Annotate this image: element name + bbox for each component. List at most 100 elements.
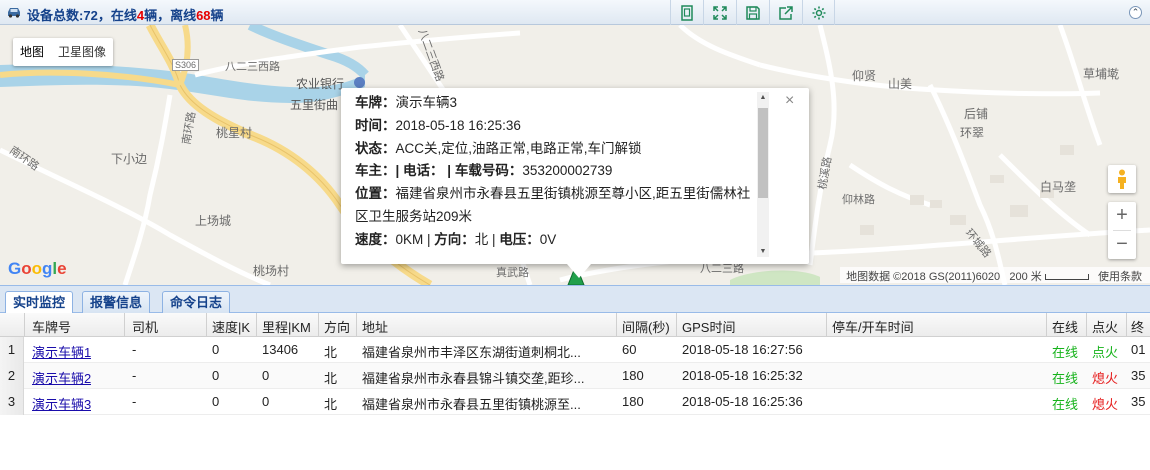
- map-view[interactable]: 地图 卫星图像 农业银行 五里街曲 桃星村 下小边 上场城 桃场村 仰贤 山美 …: [0, 25, 1150, 285]
- row-number: 2: [0, 363, 24, 389]
- map-label: 仰贤: [852, 69, 877, 83]
- row-number: 3: [0, 389, 24, 415]
- online-count: 4: [136, 8, 145, 23]
- col-gps-time[interactable]: GPS时间: [682, 317, 735, 336]
- col-park-time[interactable]: 停车/开车时间: [832, 317, 914, 336]
- map-label: 环翠: [960, 126, 985, 140]
- settings-icon: [812, 6, 825, 19]
- zoom-out-button[interactable]: −: [1108, 231, 1136, 259]
- driver-cell: -: [132, 394, 137, 409]
- zoom-control: + −: [1108, 202, 1136, 259]
- vehicle-info-popup: 车牌：演示车辆3 时间：2018-05-18 16:25:36 状态：ACC关,…: [341, 88, 809, 278]
- interval-cell: 180: [622, 394, 644, 409]
- tab-alarm-info[interactable]: 报警信息: [82, 291, 151, 314]
- collapse-toggle-button[interactable]: ⌃: [1129, 6, 1142, 19]
- road-shield: S306: [172, 59, 200, 71]
- col-speed[interactable]: 速度|K: [212, 317, 254, 336]
- map-type-satellite-button[interactable]: 卫星图像: [51, 38, 113, 66]
- fullscreen-button[interactable]: [703, 0, 736, 25]
- address-cell: 福建省泉州市永春县五里街镇桃源至...: [362, 397, 581, 412]
- scroll-thumb[interactable]: [758, 108, 768, 198]
- table-row[interactable]: 3 演示车辆3 - 0 0 北 福建省泉州市永春县五里街镇桃源至... 180 2018-05-…: [0, 389, 1150, 415]
- row-number: 1: [0, 337, 24, 363]
- map-label: 桃场村: [253, 264, 290, 278]
- map-label: 草埔墘: [1083, 67, 1120, 81]
- map-attribution: 地图数据 ©2018 GS(2011)6020 200 米 使用条款: [840, 267, 1150, 283]
- road-label: 八二三西路: [225, 61, 280, 73]
- zoom-in-button[interactable]: +: [1108, 202, 1136, 230]
- scale-label: 200 米: [1009, 271, 1042, 283]
- ignition-status: 熄火: [1092, 397, 1119, 412]
- terminal-cell: 35: [1131, 394, 1146, 409]
- map-type-control: 地图 卫星图像: [13, 38, 114, 66]
- map-label: 山美: [888, 77, 913, 91]
- vehicle-table: 车牌号 司机 速度|K 里程|KM 方向 地址 间隔(秒) GPS时间 停车/开…: [0, 313, 1150, 470]
- save-button[interactable]: [736, 0, 769, 25]
- table-row[interactable]: 2 演示车辆2 - 0 0 北 福建省泉州市永春县锦斗镇交垄,距珍... 180 2018-05…: [0, 363, 1150, 389]
- popup-plate-row: 车牌：演示车辆3: [355, 95, 458, 110]
- fullscreen-icon: [713, 5, 727, 20]
- export-button[interactable]: [769, 0, 802, 25]
- scroll-up-icon[interactable]: ▲: [759, 94, 767, 101]
- address-cell: 福建省泉州市永春县锦斗镇交垄,距珍...: [362, 371, 585, 386]
- settings-button[interactable]: [802, 0, 835, 25]
- fit-view-button[interactable]: [670, 0, 703, 25]
- popup-owner-row: 车主：| 电话： | 车载号码：353200002739: [355, 163, 613, 179]
- col-online[interactable]: 在线: [1052, 317, 1078, 336]
- table-header: 车牌号 司机 速度|K 里程|KM 方向 地址 间隔(秒) GPS时间 停车/开…: [0, 313, 1150, 337]
- map-label: 上场城: [195, 214, 232, 228]
- street-view-button[interactable]: [1108, 165, 1136, 193]
- gps-time-cell: 2018-05-18 16:27:56: [682, 342, 803, 357]
- mileage-cell: 0: [262, 368, 270, 383]
- scroll-down-icon[interactable]: ▼: [759, 248, 767, 255]
- col-plate[interactable]: 车牌号: [32, 317, 71, 336]
- online-status: 在线: [1052, 345, 1079, 360]
- col-terminal[interactable]: 终: [1131, 317, 1144, 336]
- direction-cell: 北: [324, 397, 338, 412]
- speed-cell: 0: [212, 368, 220, 383]
- map-label: 真武路: [496, 267, 529, 279]
- online-status: 在线: [1052, 397, 1079, 412]
- vehicle-plate-link[interactable]: 演示车辆3: [32, 394, 91, 413]
- col-direction[interactable]: 方向: [324, 317, 350, 336]
- map-label: 白马垄: [1040, 180, 1077, 194]
- mileage-cell: 0: [262, 394, 270, 409]
- top-status-bar: 设备总数:72，在线4辆，离线68辆 ⌃: [0, 0, 1150, 25]
- save-icon: [746, 5, 760, 20]
- interval-cell: 180: [622, 368, 644, 383]
- col-interval[interactable]: 间隔(秒): [622, 317, 670, 336]
- gps-time-cell: 2018-05-18 16:25:32: [682, 368, 803, 383]
- export-icon: [779, 5, 793, 20]
- col-driver[interactable]: 司机: [132, 317, 158, 336]
- vehicle-plate-link[interactable]: 演示车辆1: [32, 342, 91, 361]
- fit-icon: [681, 4, 693, 21]
- col-mileage[interactable]: 里程|KM: [262, 317, 316, 336]
- pegman-icon: [1118, 169, 1126, 189]
- popup-time-row: 时间：2018-05-18 16:25:36: [355, 117, 521, 133]
- popup-speed-row: 速度：0KM | 方向：北 | 电压：0V: [355, 231, 557, 247]
- scale-bar: [1044, 274, 1089, 281]
- driver-cell: -: [132, 368, 137, 383]
- offline-count: 68: [196, 8, 211, 23]
- direction-cell: 北: [324, 345, 338, 360]
- popup-pointer: [567, 264, 591, 278]
- map-type-map-button[interactable]: 地图: [13, 38, 51, 66]
- terms-link[interactable]: 使用条款: [1098, 271, 1142, 283]
- mileage-cell: 13406: [262, 342, 299, 357]
- speed-cell: 0: [212, 342, 220, 357]
- ignition-status: 点火: [1092, 345, 1119, 360]
- col-ignition[interactable]: 点火: [1092, 317, 1118, 336]
- address-cell: 福建省泉州市丰泽区东湖街道刺桐北...: [362, 345, 581, 360]
- map-label: 后铺: [964, 107, 989, 121]
- popup-location-row: 位置：福建省泉州市永春县五里街镇桃源至尊小区,距五里街儒林社区卫生服务站209米: [355, 186, 751, 224]
- speed-cell: 0: [212, 394, 220, 409]
- terminal-cell: 01: [1131, 342, 1146, 357]
- tab-realtime-monitor[interactable]: 实时监控: [5, 291, 74, 315]
- popup-scrollbar[interactable]: ▲ ▼: [757, 92, 769, 257]
- google-logo: Google: [8, 259, 67, 278]
- col-address[interactable]: 地址: [362, 317, 388, 336]
- vehicle-plate-link[interactable]: 演示车辆2: [32, 368, 91, 387]
- popup-close-button[interactable]: ×: [785, 92, 794, 110]
- table-row[interactable]: 1 演示车辆1 - 0 13406 北 福建省泉州市丰泽区东湖街道刺桐北... 60 2018-…: [0, 337, 1150, 363]
- tab-command-log[interactable]: 命令日志: [162, 291, 231, 314]
